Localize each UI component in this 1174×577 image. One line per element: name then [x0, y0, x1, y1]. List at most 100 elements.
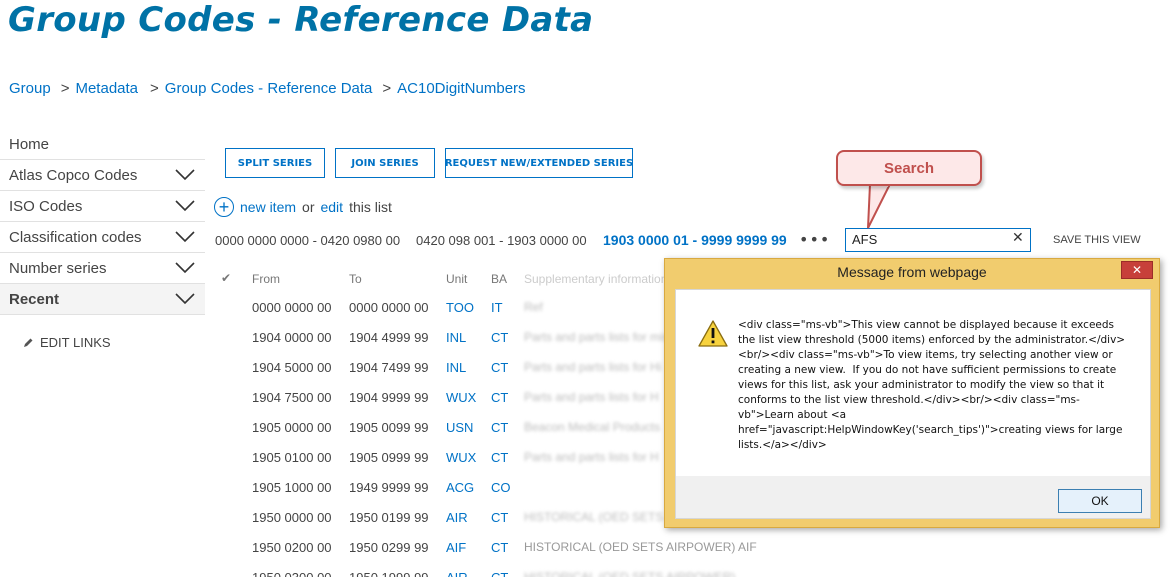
cell-supplementary: Parts and parts lists for H	[524, 390, 659, 404]
cell-from: 1905 0100 00	[252, 450, 332, 465]
cell-unit[interactable]: AIF	[446, 540, 466, 555]
new-item-bar: + new item or edit this list	[214, 197, 392, 217]
chevron-down-icon[interactable]	[175, 169, 195, 181]
breadcrumb-separator: >	[382, 80, 392, 97]
cell-supplementary: Parts and parts lists for misc	[524, 330, 675, 344]
nav-item-number-series[interactable]: Number series	[0, 253, 205, 284]
cell-to: 1905 0999 99	[349, 450, 429, 465]
cell-unit[interactable]: USN	[446, 420, 473, 435]
cell-supplementary: Parts and parts lists for Hi	[524, 360, 662, 374]
nav-item-atlas-copco-codes[interactable]: Atlas Copco Codes	[0, 160, 205, 191]
cell-to: 1949 9999 99	[349, 480, 429, 495]
table-row[interactable]: 1950 0200 00 1950 0299 99 AIF CT HISTORICAL …	[0, 540, 760, 570]
cell-ba[interactable]: IT	[491, 300, 503, 315]
cell-unit[interactable]: AIR	[446, 510, 468, 525]
table-row[interactable]: 1905 0000 00 1905 0099 99 USN CT Beacon Medi…	[0, 420, 760, 450]
clear-search-icon[interactable]: ✕	[1012, 230, 1024, 246]
cell-unit[interactable]: INL	[446, 330, 466, 345]
column-header-supplementary[interactable]: Supplementary information	[524, 272, 667, 286]
ok-button[interactable]: OK	[1058, 489, 1142, 513]
save-view-link[interactable]: SAVE THIS VIEW	[1053, 234, 1141, 246]
chevron-down-icon[interactable]	[175, 231, 195, 243]
cell-ba[interactable]: CT	[491, 330, 508, 345]
plus-circle-icon[interactable]: +	[214, 197, 234, 217]
callout-pointer	[867, 184, 892, 229]
cell-from: 0000 0000 00	[252, 300, 332, 315]
column-header-unit[interactable]: Unit	[446, 272, 467, 286]
cell-to: 1950 1999 99	[349, 570, 429, 577]
column-header-to[interactable]: To	[349, 272, 362, 286]
view-tab-1[interactable]: 0000 0000 0000 - 0420 0980 00	[215, 233, 400, 248]
cell-to: 1904 7499 99	[349, 360, 429, 375]
dialog-message: <div class="ms-vb">This view cannot be d…	[738, 319, 1126, 451]
breadcrumb: Group > Metadata > Group Codes - Reference D…	[9, 80, 526, 97]
cell-ba[interactable]: CT	[491, 450, 508, 465]
table-row[interactable]: 0000 0000 00 0000 0000 00 TOO IT Ref	[0, 300, 760, 330]
search-input[interactable]: AFS	[845, 228, 1031, 252]
cell-ba[interactable]: CT	[491, 570, 508, 577]
column-header-ba[interactable]: BA	[491, 272, 507, 286]
breadcrumb-separator: >	[150, 80, 159, 97]
cell-unit[interactable]: ACG	[446, 480, 474, 495]
view-tab-3-active[interactable]: 1903 0000 01 - 9999 9999 99	[603, 232, 787, 248]
page-title: Group Codes - Reference Data	[8, 0, 594, 40]
dialog-close-button[interactable]: ✕	[1121, 261, 1153, 279]
nav-item-label: Atlas Copco Codes	[9, 166, 138, 184]
cell-unit[interactable]: WUX	[446, 390, 476, 405]
cell-unit[interactable]: WUX	[446, 450, 476, 465]
nav-item-home[interactable]: Home	[0, 129, 205, 160]
breadcrumb-item-group[interactable]: Group	[9, 80, 51, 97]
table-row[interactable]: 1905 0100 00 1905 0999 99 WUX CT Parts and p…	[0, 450, 760, 480]
breadcrumb-item-group-codes[interactable]: Group Codes - Reference Data	[165, 80, 373, 97]
cell-to: 0000 0000 00	[349, 300, 429, 315]
cell-supplementary: Parts and parts lists for H	[524, 450, 659, 464]
cell-unit[interactable]: AIR	[446, 570, 468, 577]
cell-to: 1904 9999 99	[349, 390, 429, 405]
table-row[interactable]: 1905 1000 00 1949 9999 99 ACG CO	[0, 480, 760, 510]
cell-supplementary: HISTORICAL (OED SETS AIRPOWER) AIF	[524, 540, 757, 554]
nav-item-iso-codes[interactable]: ISO Codes	[0, 191, 205, 222]
cell-ba[interactable]: CT	[491, 540, 508, 555]
split-series-button[interactable]: SPLIT SERIES	[225, 148, 325, 178]
left-navigation: Home Atlas Copco Codes ISO Codes Classif…	[0, 129, 205, 315]
cell-from: 1950 0200 00	[252, 540, 332, 555]
nav-item-label: Number series	[9, 259, 107, 277]
request-series-button[interactable]: REQUEST NEW/EXTENDED SERIES	[445, 148, 633, 178]
cell-unit[interactable]: INL	[446, 360, 466, 375]
cell-to: 1950 0199 99	[349, 510, 429, 525]
table-row[interactable]: 1904 7500 00 1904 9999 99 WUX CT Parts and p…	[0, 390, 760, 420]
breadcrumb-separator: >	[60, 80, 70, 97]
table-row[interactable]: 1904 5000 00 1904 7499 99 INL CT Parts and p…	[0, 360, 760, 390]
table-row[interactable]: 1950 0000 00 1950 0199 99 AIR CT HISTORICAL …	[0, 510, 760, 540]
message-dialog: Message from webpage ✕ <div class="ms-vb…	[664, 258, 1160, 528]
table-row[interactable]: 1950 0300 00 1950 1999 99 AIR CT HISTORICAL …	[0, 570, 760, 577]
cell-ba[interactable]: CO	[491, 480, 511, 495]
new-item-or: or	[302, 199, 315, 215]
cell-to: 1950 0299 99	[349, 540, 429, 555]
cell-supplementary: Beacon Medical Products	[524, 420, 661, 434]
nav-item-classification-codes[interactable]: Classification codes	[0, 222, 205, 253]
cell-ba[interactable]: CT	[491, 360, 508, 375]
cell-unit[interactable]: TOO	[446, 300, 474, 315]
column-header-from[interactable]: From	[252, 272, 280, 286]
table-row[interactable]: 1904 0000 00 1904 4999 99 INL CT Parts and p…	[0, 330, 760, 360]
view-tab-2[interactable]: 0420 098 001 - 1903 0000 00	[416, 233, 587, 248]
cell-from: 1905 0000 00	[252, 420, 332, 435]
edit-list-link[interactable]: edit	[320, 199, 343, 215]
select-all-check-icon[interactable]: ✔	[221, 271, 231, 285]
cell-ba[interactable]: CT	[491, 510, 508, 525]
new-item-link[interactable]: new item	[240, 199, 296, 215]
cell-from: 1905 1000 00	[252, 480, 332, 495]
chevron-down-icon[interactable]	[175, 262, 195, 274]
cell-from: 1904 7500 00	[252, 390, 332, 405]
more-views-icon[interactable]: •••	[799, 230, 830, 249]
cell-ba[interactable]: CT	[491, 390, 508, 405]
breadcrumb-item-list[interactable]: AC10DigitNumbers	[397, 80, 525, 97]
breadcrumb-item-metadata[interactable]: Metadata	[75, 80, 138, 97]
join-series-button[interactable]: JOIN SERIES	[335, 148, 435, 178]
warning-icon	[698, 320, 728, 347]
cell-from: 1950 0300 00	[252, 570, 332, 577]
chevron-down-icon[interactable]	[175, 200, 195, 212]
cell-from: 1904 0000 00	[252, 330, 332, 345]
cell-ba[interactable]: CT	[491, 420, 508, 435]
